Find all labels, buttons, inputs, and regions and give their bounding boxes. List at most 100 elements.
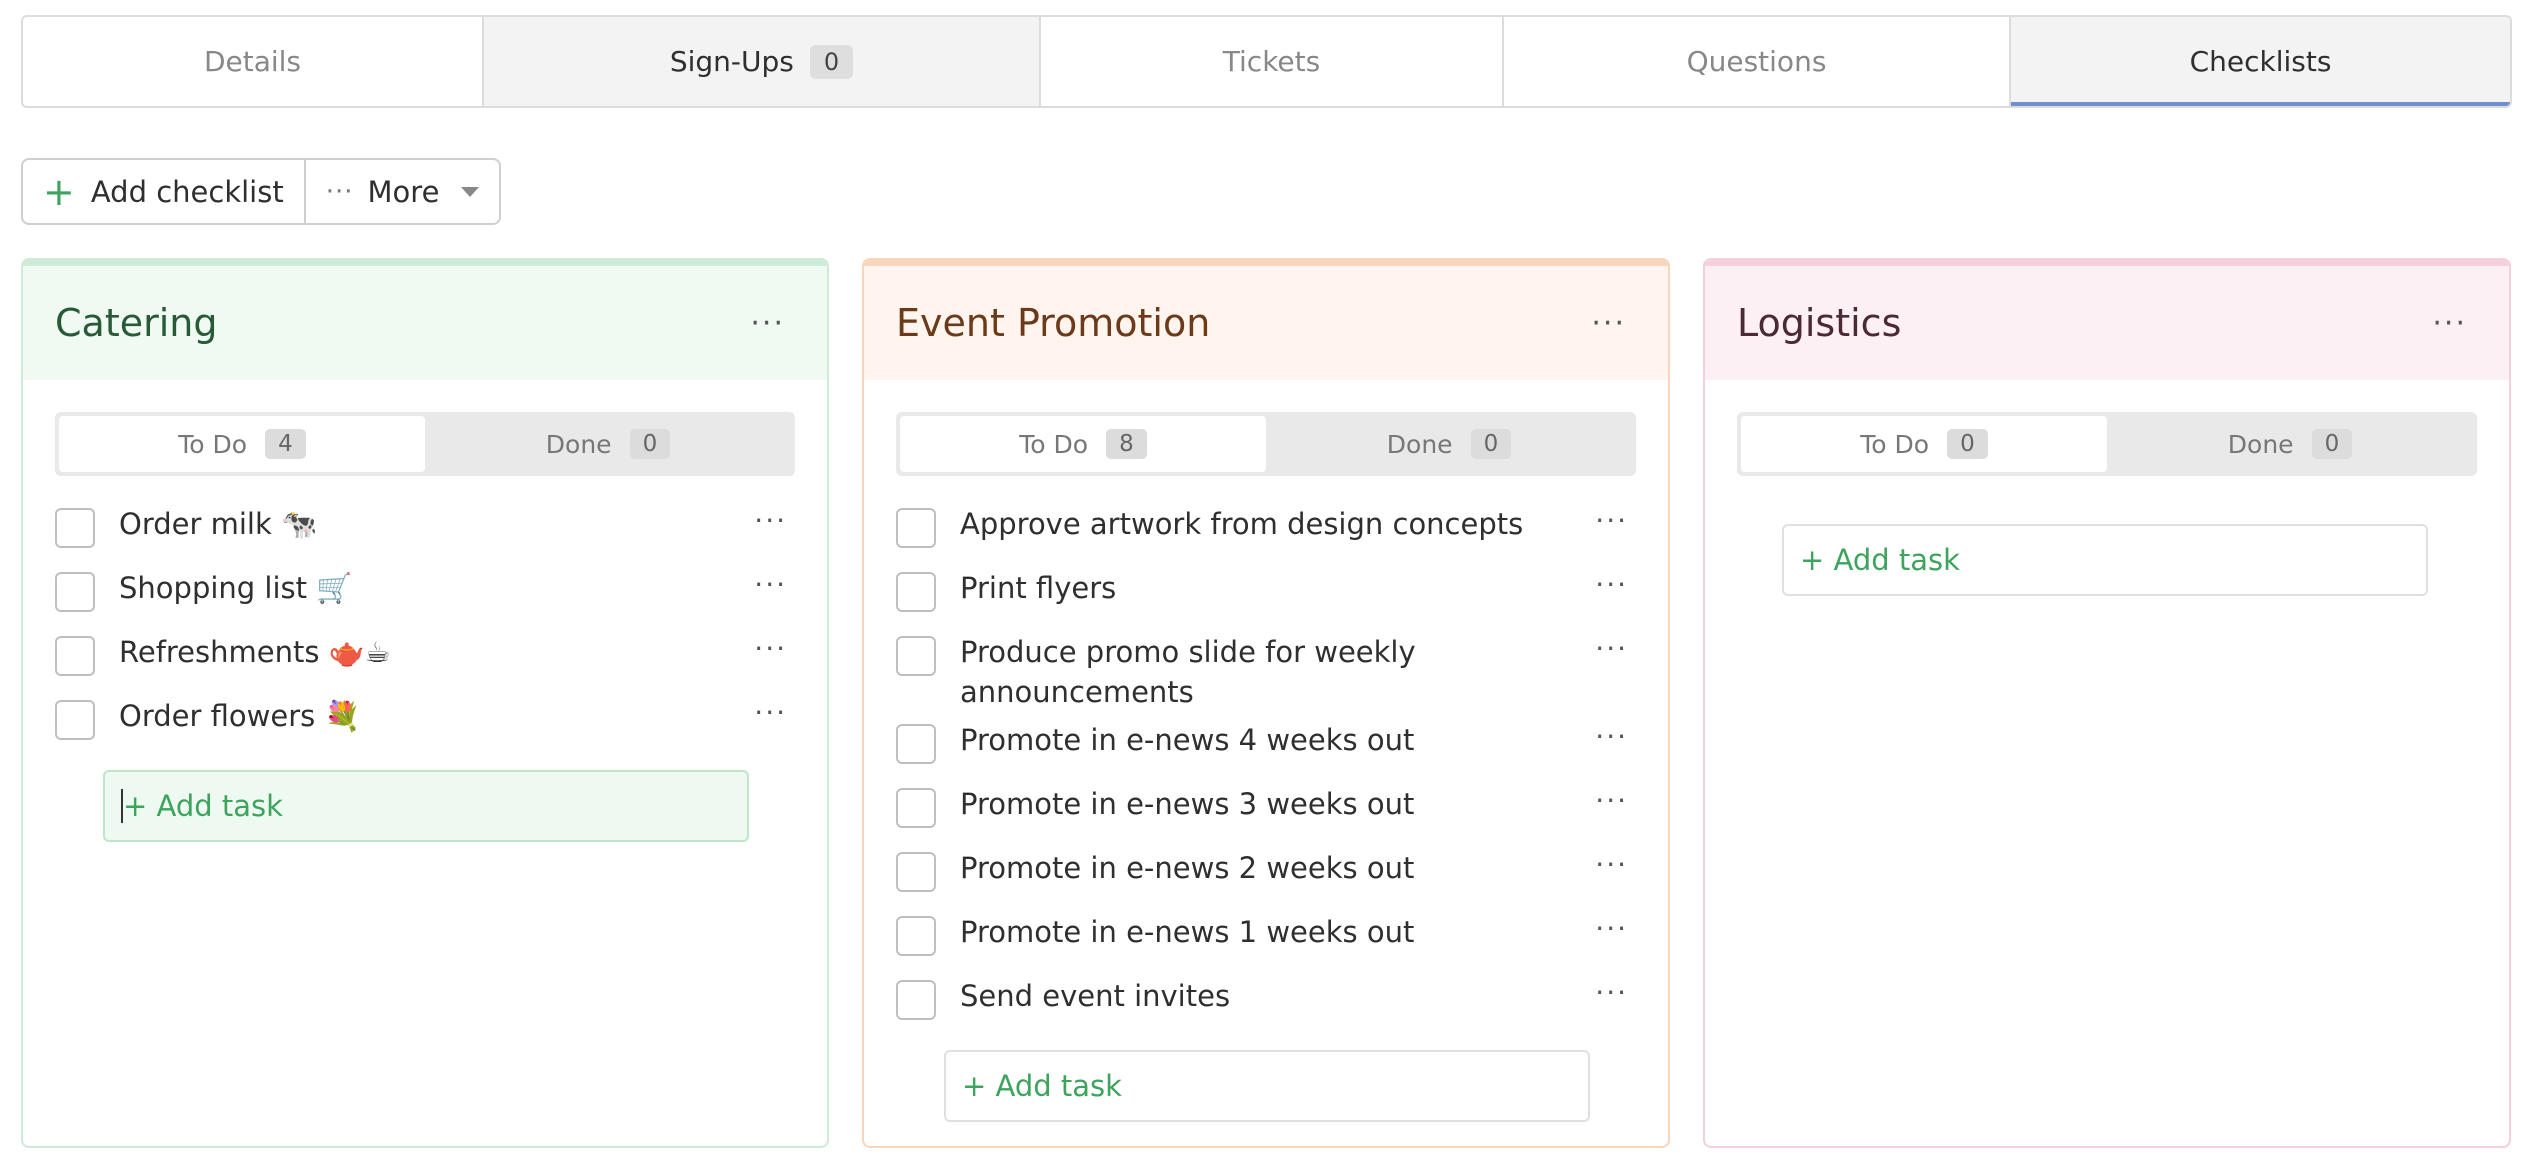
task-checkbox[interactable]	[896, 572, 936, 612]
task-item: Order flowers 💐 ···	[23, 696, 827, 760]
task-item: Refreshments 🫖☕ ···	[23, 632, 827, 696]
task-text[interactable]: Promote in e-news 1 weeks out	[960, 912, 1587, 952]
task-item: Send event invites ···	[864, 976, 1668, 1040]
task-item: Print flyers ···	[864, 568, 1668, 632]
add-task-label: + Add task	[1800, 543, 1960, 577]
todo-count-badge: 0	[1947, 429, 1988, 459]
task-item: Approve artwork from design concepts ···	[864, 504, 1668, 568]
task-menu-icon[interactable]: ···	[1587, 976, 1636, 1009]
task-list: Order milk 🐄 ··· Shopping list 🛒 ··· Ref…	[23, 504, 827, 842]
sign-ups-count-badge: 0	[809, 44, 854, 79]
task-item: Order milk 🐄 ···	[23, 504, 827, 568]
task-text[interactable]: Produce promo slide for weekly announcem…	[960, 632, 1587, 712]
task-menu-icon[interactable]: ···	[746, 696, 795, 729]
task-item: Promote in e-news 2 weeks out ···	[864, 848, 1668, 912]
checklist-title: Event Promotion	[896, 301, 1211, 345]
done-label: Done	[1386, 429, 1453, 459]
task-item: Promote in e-news 3 weeks out ···	[864, 784, 1668, 848]
task-menu-icon[interactable]: ···	[1587, 568, 1636, 601]
done-filter[interactable]: Done 0	[425, 416, 791, 472]
chevron-down-icon	[461, 186, 480, 197]
tab-details[interactable]: Details	[23, 17, 484, 106]
task-checkbox[interactable]	[896, 724, 936, 764]
task-menu-icon[interactable]: ···	[1587, 912, 1636, 945]
checklist-toolbar: + Add checklist ··· More	[21, 158, 502, 225]
add-checklist-button[interactable]: + Add checklist	[23, 160, 304, 223]
tab-label: Sign-Ups	[669, 45, 794, 78]
status-toggle: To Do 0 Done 0	[1737, 412, 2477, 476]
task-menu-icon[interactable]: ···	[746, 632, 795, 665]
task-menu-icon[interactable]: ···	[1587, 632, 1636, 665]
checklist-header: Event Promotion ···	[864, 260, 1668, 380]
task-menu-icon[interactable]: ···	[1587, 504, 1636, 537]
todo-count-badge: 8	[1106, 429, 1147, 459]
more-dropdown-button[interactable]: ··· More	[303, 160, 500, 223]
task-checkbox[interactable]	[896, 980, 936, 1020]
task-checkbox[interactable]	[896, 788, 936, 828]
add-task-label: + Add task	[962, 1069, 1122, 1103]
checklist-menu-icon[interactable]: ···	[1581, 306, 1636, 341]
status-toggle: To Do 4 Done 0	[55, 412, 795, 476]
todo-filter[interactable]: To Do 0	[1741, 416, 2107, 472]
task-text[interactable]: Refreshments 🫖☕	[119, 632, 746, 672]
tab-checklists[interactable]: Checklists	[2011, 17, 2510, 106]
task-menu-icon[interactable]: ···	[746, 568, 795, 601]
task-text[interactable]: Shopping list 🛒	[119, 568, 746, 608]
task-text[interactable]: Approve artwork from design concepts	[960, 504, 1587, 544]
todo-label: To Do	[1860, 429, 1930, 459]
checklist-menu-icon[interactable]: ···	[740, 306, 795, 341]
add-task-input[interactable]: + Add task	[103, 770, 749, 842]
task-checkbox[interactable]	[55, 636, 95, 676]
todo-filter[interactable]: To Do 4	[59, 416, 425, 472]
todo-label: To Do	[178, 429, 248, 459]
task-checkbox[interactable]	[896, 916, 936, 956]
task-text[interactable]: Order milk 🐄	[119, 504, 746, 544]
task-text[interactable]: Order flowers 💐	[119, 696, 746, 736]
checklist-logistics: Logistics ··· To Do 0 Done 0 + Add task	[1703, 258, 2511, 1148]
done-count-badge: 0	[1470, 429, 1512, 459]
tab-questions[interactable]: Questions	[1504, 17, 2011, 106]
task-checkbox[interactable]	[55, 700, 95, 740]
tab-label: Details	[203, 45, 302, 78]
done-count-badge: 0	[629, 429, 671, 459]
task-item: Shopping list 🛒 ···	[23, 568, 827, 632]
task-text[interactable]: Promote in e-news 4 weeks out	[960, 720, 1587, 760]
checklist-menu-icon[interactable]: ···	[2422, 306, 2477, 341]
task-menu-icon[interactable]: ···	[746, 504, 795, 537]
task-list: + Add task	[1705, 524, 2509, 596]
task-checkbox[interactable]	[896, 852, 936, 892]
task-menu-icon[interactable]: ···	[1587, 848, 1636, 881]
more-label: More	[367, 174, 440, 209]
task-checkbox[interactable]	[896, 508, 936, 548]
task-item: Produce promo slide for weekly announcem…	[864, 632, 1668, 720]
done-filter[interactable]: Done 0	[2107, 416, 2473, 472]
task-text[interactable]: Promote in e-news 3 weeks out	[960, 784, 1587, 824]
task-item: Promote in e-news 4 weeks out ···	[864, 720, 1668, 784]
task-checkbox[interactable]	[55, 572, 95, 612]
task-checkbox[interactable]	[55, 508, 95, 548]
task-menu-icon[interactable]: ···	[1587, 720, 1636, 753]
done-label: Done	[2227, 429, 2294, 459]
task-text[interactable]: Print flyers	[960, 568, 1587, 608]
task-item: Promote in e-news 1 weeks out ···	[864, 912, 1668, 976]
checklist-header: Logistics ···	[1705, 260, 2509, 380]
done-count-badge: 0	[2311, 429, 2353, 459]
tab-tickets[interactable]: Tickets	[1041, 17, 1504, 106]
tab-label: Questions	[1686, 45, 1827, 78]
tab-sign-ups[interactable]: Sign-Ups 0	[484, 17, 1041, 106]
todo-count-badge: 4	[265, 429, 306, 459]
add-task-input[interactable]: + Add task	[1782, 524, 2428, 596]
add-task-input[interactable]: + Add task	[944, 1050, 1590, 1122]
task-text[interactable]: Send event invites	[960, 976, 1587, 1016]
task-text[interactable]: Promote in e-news 2 weeks out	[960, 848, 1587, 888]
checklist-catering: Catering ··· To Do 4 Done 0 Order milk 🐄…	[21, 258, 829, 1148]
tab-label: Checklists	[2189, 45, 2332, 78]
task-checkbox[interactable]	[896, 636, 936, 676]
done-filter[interactable]: Done 0	[1266, 416, 1632, 472]
todo-filter[interactable]: To Do 8	[900, 416, 1266, 472]
checklist-title: Logistics	[1737, 301, 1902, 345]
status-toggle: To Do 8 Done 0	[896, 412, 1636, 476]
todo-label: To Do	[1019, 429, 1089, 459]
checklist-title: Catering	[55, 301, 218, 345]
task-menu-icon[interactable]: ···	[1587, 784, 1636, 817]
